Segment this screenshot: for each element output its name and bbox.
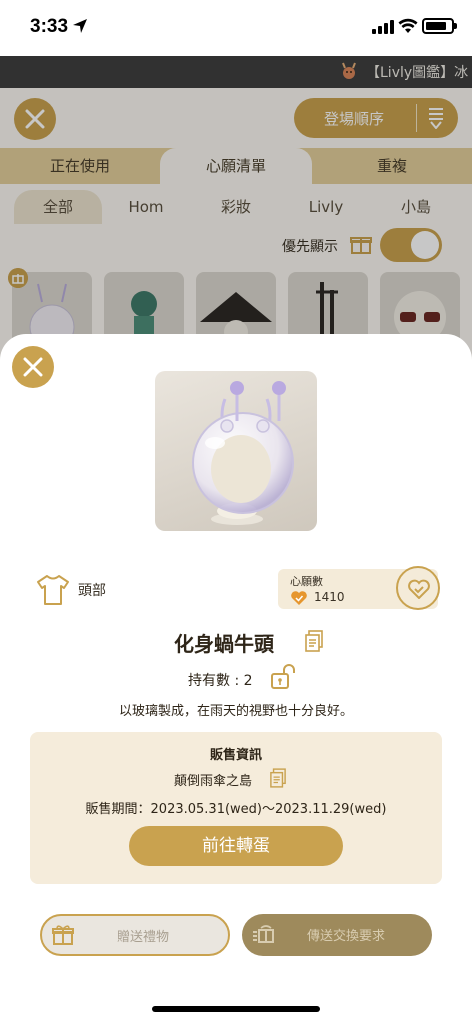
part-label: 頭部 — [78, 583, 106, 599]
send-gift-button[interactable]: 贈送禮物 — [40, 914, 230, 956]
item-name-row: 化身蝸牛頭 — [0, 628, 472, 657]
wifi-icon — [398, 18, 418, 33]
unlock-icon[interactable] — [270, 664, 298, 690]
copy-icon[interactable] — [305, 630, 323, 652]
sale-info-box: 販售資訊 顛倒雨傘之島 販售期間：2023.05.31(wed)～2023.11… — [30, 732, 442, 884]
owned-count: 持有數 : 2 — [188, 673, 253, 689]
snail-head-illustration — [192, 381, 294, 525]
battery-icon — [422, 18, 457, 34]
item-preview-image — [155, 371, 317, 531]
sale-island: 顛倒雨傘之島 — [174, 774, 253, 789]
cellular-signal-icon — [372, 20, 394, 34]
wishlist-toggle-button[interactable] — [396, 566, 440, 610]
status-bar: 3:33 — [0, 0, 472, 56]
location-arrow-icon — [73, 19, 87, 33]
item-name: 化身蝸牛頭 — [174, 632, 274, 656]
status-time: 3:33 — [30, 16, 69, 37]
heart-check-icon — [408, 579, 430, 599]
close-icon — [23, 357, 43, 377]
trade-request-label: 傳送交換要求 — [306, 929, 385, 944]
home-indicator[interactable] — [152, 1006, 320, 1012]
sale-title: 販售資訊 — [209, 748, 262, 763]
shirt-icon — [37, 575, 69, 605]
sale-period: 販售期間：2023.05.31(wed)～2023.11.29(wed) — [85, 802, 387, 817]
item-description: 以玻璃製成，在雨天的視野也十分良好。 — [118, 704, 353, 719]
heart-icon — [291, 591, 307, 605]
item-detail-sheet: 頭部 心願數 1410 化身蝸牛頭 持有數 : 2 以玻璃製成，在雨天的視野也十… — [0, 334, 472, 1024]
send-gift-label: 贈送禮物 — [116, 930, 169, 945]
wish-count: 1410 — [314, 590, 345, 604]
trade-request-button[interactable]: 傳送交換要求 — [242, 914, 432, 956]
copy-icon[interactable] — [270, 768, 286, 788]
go-to-gacha-button[interactable]: 前往轉蛋 — [129, 826, 343, 866]
wish-title: 心願數 — [290, 575, 323, 588]
sheet-close-button[interactable] — [12, 346, 54, 388]
